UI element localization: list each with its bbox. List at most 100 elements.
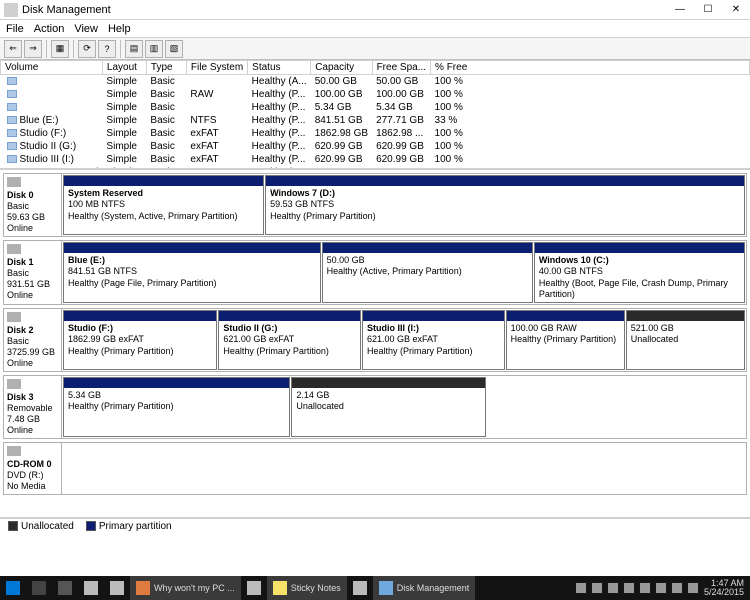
disk-type: Basic [7, 201, 58, 211]
help-button[interactable]: ? [98, 40, 116, 58]
volume-row[interactable]: SimpleBasicRAWHealthy (P...100.00 GB100.… [1, 88, 750, 101]
volume-layout: Simple [102, 153, 146, 166]
col-volume[interactable]: Volume [1, 61, 103, 75]
partition[interactable]: 100.00 GB RAWHealthy (Primary Partition) [506, 310, 625, 370]
tray-icon[interactable] [688, 583, 698, 593]
tray-icon[interactable] [672, 583, 682, 593]
disk-size: 7.48 GB [7, 414, 58, 424]
volume-row[interactable]: Studio (F:)SimpleBasicexFATHealthy (P...… [1, 127, 750, 140]
col-fs[interactable]: File System [186, 61, 247, 75]
menu-view[interactable]: View [74, 23, 98, 35]
disk-partitions: System Reserved100 MB NTFSHealthy (Syste… [62, 174, 746, 236]
toolbar-btn-5[interactable]: ▥ [145, 40, 163, 58]
volume-name: Studio II (G:) [1, 140, 103, 153]
forward-button[interactable]: ⇒ [24, 40, 42, 58]
toolbar-btn-6[interactable]: ▧ [165, 40, 183, 58]
col-free[interactable]: Free Spa... [372, 61, 430, 75]
volume-row[interactable]: Studio II (G:)SimpleBasicexFATHealthy (P… [1, 140, 750, 153]
disk-size: 59.63 GB [7, 212, 58, 222]
legend: Unallocated Primary partition [0, 518, 750, 534]
partition[interactable]: Windows 7 (D:)59.53 GB NTFSHealthy (Prim… [265, 175, 745, 235]
partition[interactable]: Blue (E:)841.51 GB NTFSHealthy (Page Fil… [63, 242, 321, 303]
disk-sidebar[interactable]: Disk 0Basic59.63 GBOnline [4, 174, 62, 236]
col-pct[interactable]: % Free [431, 61, 750, 75]
partition-status: Healthy (Page File, Primary Partition) [68, 278, 316, 289]
volume-row[interactable]: Studio III (I:)SimpleBasicexFATHealthy (… [1, 153, 750, 166]
menu-help[interactable]: Help [108, 23, 131, 35]
disk-type: Basic [7, 268, 58, 278]
volume-row[interactable]: SimpleBasicHealthy (P...5.34 GB5.34 GB10… [1, 101, 750, 114]
partition-size: 50.00 GB [327, 255, 528, 266]
disk-icon [7, 244, 21, 254]
taskbar-app-diskmgmt[interactable]: Disk Management [373, 576, 476, 600]
col-status[interactable]: Status [248, 61, 311, 75]
partition-color-bar [266, 176, 744, 186]
col-type[interactable]: Type [146, 61, 186, 75]
menu-file[interactable]: File [6, 23, 24, 35]
partition[interactable]: 521.00 GBUnallocated [626, 310, 745, 370]
taskbar-app-firefox[interactable]: Why won't my PC ... [130, 576, 241, 600]
taskbar-app-misc[interactable] [241, 576, 267, 600]
toolbar-btn-4[interactable]: ▤ [125, 40, 143, 58]
partition-title: Windows 7 (D:) [270, 188, 740, 199]
disk-row: Disk 2Basic3725.99 GBOnlineStudio (F:)18… [3, 308, 747, 372]
volume-layout: Simple [102, 101, 146, 114]
partition[interactable]: Studio III (I:)621.00 GB exFATHealthy (P… [362, 310, 505, 370]
tray-icon[interactable] [576, 583, 586, 593]
volume-row[interactable]: SimpleBasicHealthy (A...50.00 GB50.00 GB… [1, 75, 750, 89]
partition[interactable]: 50.00 GBHealthy (Active, Primary Partiti… [322, 242, 533, 303]
col-capacity[interactable]: Capacity [311, 61, 372, 75]
partition-title: Windows 10 (C:) [539, 255, 740, 266]
volume-list-pane: Volume Layout Type File System Status Ca… [0, 60, 750, 170]
partition[interactable]: Studio (F:)1862.99 GB exFATHealthy (Prim… [63, 310, 217, 370]
taskbar-app-misc2[interactable] [347, 576, 373, 600]
volume-table[interactable]: Volume Layout Type File System Status Ca… [0, 60, 750, 170]
taskbar-app-store[interactable] [104, 576, 130, 600]
disk-sidebar[interactable]: Disk 3Removable7.48 GBOnline [4, 376, 62, 438]
partition-size: 5.34 GB [68, 390, 285, 401]
tray-icon[interactable] [624, 583, 634, 593]
minimize-button[interactable] [666, 0, 694, 20]
partition[interactable]: 5.34 GBHealthy (Primary Partition) [63, 377, 290, 437]
taskbar-app-stickynotes[interactable]: Sticky Notes [267, 576, 347, 600]
task-view-button[interactable] [52, 576, 78, 600]
volume-free: 50.00 GB [372, 75, 430, 89]
partition[interactable]: Studio II (G:)621.00 GB exFATHealthy (Pr… [218, 310, 361, 370]
disk-sidebar[interactable]: Disk 1Basic931.51 GBOnline [4, 241, 62, 304]
search-button[interactable] [26, 576, 52, 600]
partition[interactable]: System Reserved100 MB NTFSHealthy (Syste… [63, 175, 264, 235]
tray-network-icon[interactable] [640, 583, 650, 593]
windows-icon [6, 581, 20, 595]
taskbar-app-explorer[interactable] [78, 576, 104, 600]
tray-icon[interactable] [608, 583, 618, 593]
tray-icon[interactable] [592, 583, 602, 593]
volume-status: Healthy (P... [248, 127, 311, 140]
refresh-button[interactable]: ⟳ [78, 40, 96, 58]
volume-pct: 100 % [431, 127, 750, 140]
close-button[interactable] [722, 0, 750, 20]
tray-volume-icon[interactable] [656, 583, 666, 593]
disk-name: CD-ROM 0 [7, 459, 58, 469]
toolbar-btn-1[interactable]: ▦ [51, 40, 69, 58]
disk-sidebar[interactable]: Disk 2Basic3725.99 GBOnline [4, 309, 62, 371]
taskbar-clock[interactable]: 1:47 AM 5/24/2015 [704, 579, 744, 597]
volume-type: Basic [146, 153, 186, 166]
taskbar-label: Why won't my PC ... [154, 583, 235, 593]
volume-pct: 100 % [431, 101, 750, 114]
partition-color-bar [363, 311, 504, 321]
menu-action[interactable]: Action [34, 23, 65, 35]
search-icon [32, 581, 46, 595]
disk-sidebar[interactable]: CD-ROM 0DVD (R:)No Media [4, 443, 62, 494]
volume-header-row[interactable]: Volume Layout Type File System Status Ca… [1, 61, 750, 75]
volume-row[interactable]: Blue (E:)SimpleBasicNTFSHealthy (P...841… [1, 114, 750, 127]
system-tray[interactable]: 1:47 AM 5/24/2015 [576, 579, 750, 597]
partition-status: Unallocated [631, 334, 740, 345]
back-button[interactable]: ⇐ [4, 40, 22, 58]
partition[interactable]: 2.14 GBUnallocated [291, 377, 486, 437]
partition[interactable]: Windows 10 (C:)40.00 GB NTFSHealthy (Boo… [534, 242, 745, 303]
maximize-button[interactable] [694, 0, 722, 20]
start-button[interactable] [0, 576, 26, 600]
partition-status: Healthy (Boot, Page File, Crash Dump, Pr… [539, 278, 740, 301]
col-layout[interactable]: Layout [102, 61, 146, 75]
volume-capacity: 620.99 GB [311, 140, 372, 153]
